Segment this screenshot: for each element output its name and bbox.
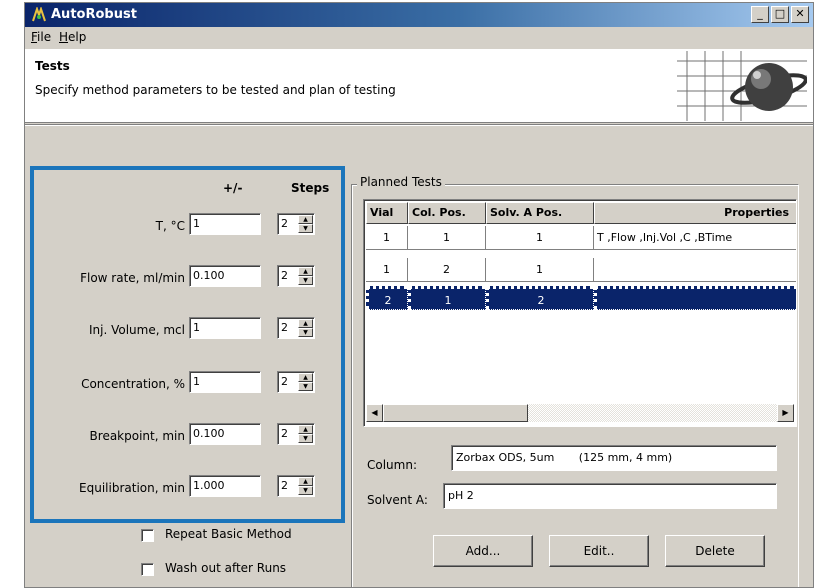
breakpoint-steps-spinner[interactable]: 2 ▲ ▼ bbox=[277, 423, 315, 445]
cell-vial: 1 bbox=[366, 258, 408, 282]
spin-down-icon[interactable]: ▼ bbox=[298, 486, 313, 495]
cell-vial: 1 bbox=[366, 226, 408, 250]
spin-up-icon[interactable]: ▲ bbox=[298, 477, 313, 486]
cell-col-pos: 2 bbox=[408, 258, 486, 282]
spin-down-icon[interactable]: ▼ bbox=[298, 276, 313, 285]
cell-col-pos: 1 bbox=[408, 226, 486, 250]
menu-help[interactable]: Help bbox=[59, 30, 86, 44]
scroll-right-icon[interactable]: ▶ bbox=[777, 404, 794, 422]
add-button[interactable]: Add... bbox=[433, 535, 533, 567]
concentration-input[interactable]: 1 bbox=[189, 371, 261, 393]
column-field[interactable]: Zorbax ODS, 5um (125 mm, 4 mm) bbox=[451, 445, 777, 471]
inj-volume-steps-spinner[interactable]: 2 ▲ ▼ bbox=[277, 317, 315, 339]
close-icon[interactable]: ✕ bbox=[791, 6, 809, 23]
spin-down-icon[interactable]: ▼ bbox=[298, 382, 313, 391]
cell-properties bbox=[594, 286, 796, 310]
equilibration-input[interactable]: 1.000 bbox=[189, 475, 261, 497]
param-label: Equilibration, min bbox=[79, 481, 185, 495]
menu-file[interactable]: File bbox=[31, 30, 51, 44]
concentration-steps-spinner[interactable]: 2 ▲ ▼ bbox=[277, 371, 315, 393]
param-label: Inj. Volume, mcl bbox=[89, 323, 185, 337]
steps-header: Steps bbox=[291, 181, 330, 195]
autorobust-window: AutoRobust _ □ ✕ File Help Tests Specify… bbox=[24, 2, 814, 588]
scroll-left-icon[interactable]: ◀ bbox=[366, 404, 383, 422]
column-header-properties[interactable]: Properties bbox=[594, 202, 796, 224]
solvent-field[interactable]: pH 2 bbox=[443, 483, 777, 509]
param-label: T, °C bbox=[155, 219, 185, 233]
wash-out-label: Wash out after Runs bbox=[165, 561, 287, 575]
edit-button[interactable]: Edit.. bbox=[549, 535, 649, 567]
cell-vial: 2 bbox=[366, 286, 408, 310]
spin-down-icon[interactable]: ▼ bbox=[298, 328, 313, 337]
equilibration-steps-spinner[interactable]: 2 ▲ ▼ bbox=[277, 475, 315, 497]
cell-properties: T ,Flow ,Inj.Vol ,C ,BTime bbox=[594, 226, 796, 250]
plusminus-header: +/- bbox=[223, 181, 243, 195]
app-icon bbox=[32, 7, 46, 22]
column-header-vial[interactable]: Vial bbox=[366, 202, 408, 224]
param-label: Flow rate, ml/min bbox=[80, 271, 185, 285]
temperature-input[interactable]: 1 bbox=[189, 213, 261, 235]
spin-up-icon[interactable]: ▲ bbox=[298, 215, 313, 224]
menu-bar: File Help bbox=[25, 27, 813, 49]
flow-rate-input[interactable]: 0.100 bbox=[189, 265, 261, 287]
cell-col-pos: 1 bbox=[408, 286, 486, 310]
inj-volume-input[interactable]: 1 bbox=[189, 317, 261, 339]
spin-up-icon[interactable]: ▲ bbox=[298, 319, 313, 328]
wizard-header: Tests Specify method parameters to be te… bbox=[25, 49, 813, 123]
title-bar[interactable]: AutoRobust _ □ ✕ bbox=[25, 3, 813, 27]
temperature-steps-spinner[interactable]: 2 ▲ ▼ bbox=[277, 213, 315, 235]
cell-solv-pos: 2 bbox=[486, 286, 594, 310]
column-header-solv-pos[interactable]: Solv. A Pos. bbox=[486, 202, 594, 224]
planned-tests-grid[interactable]: Vial Col. Pos. Solv. A Pos. Properties 1… bbox=[363, 199, 797, 427]
delete-button[interactable]: Delete bbox=[665, 535, 765, 567]
spin-down-icon[interactable]: ▼ bbox=[298, 224, 313, 233]
column-label: Column: bbox=[367, 458, 417, 472]
breakpoint-input[interactable]: 0.100 bbox=[189, 423, 261, 445]
minimize-icon[interactable]: _ bbox=[751, 6, 769, 23]
solvent-label: Solvent A: bbox=[367, 493, 428, 507]
maximize-icon[interactable]: □ bbox=[771, 6, 789, 23]
window-title: AutoRobust bbox=[51, 7, 137, 22]
spin-up-icon[interactable]: ▲ bbox=[298, 267, 313, 276]
spin-down-icon[interactable]: ▼ bbox=[298, 434, 313, 443]
scrollbar-thumb[interactable] bbox=[383, 404, 528, 422]
repeat-basic-method-checkbox[interactable] bbox=[141, 529, 154, 542]
page-subtitle: Specify method parameters to be tested a… bbox=[35, 83, 396, 97]
page-title: Tests bbox=[35, 59, 70, 73]
spin-up-icon[interactable]: ▲ bbox=[298, 425, 313, 434]
globe-grid-icon bbox=[677, 51, 807, 121]
param-label: Breakpoint, min bbox=[89, 429, 185, 443]
planned-tests-label: Planned Tests bbox=[357, 175, 445, 189]
wash-out-checkbox[interactable] bbox=[141, 563, 154, 576]
horizontal-scrollbar[interactable]: ◀ ▶ bbox=[366, 404, 794, 422]
flow-rate-steps-spinner[interactable]: 2 ▲ ▼ bbox=[277, 265, 315, 287]
cell-solv-pos: 1 bbox=[486, 258, 594, 282]
repeat-basic-method-label: Repeat Basic Method bbox=[165, 527, 292, 541]
param-label: Concentration, % bbox=[81, 377, 185, 391]
cell-properties bbox=[594, 258, 796, 282]
cell-solv-pos: 1 bbox=[486, 226, 594, 250]
column-header-col-pos[interactable]: Col. Pos. bbox=[408, 202, 486, 224]
header-divider bbox=[25, 124, 813, 126]
spin-up-icon[interactable]: ▲ bbox=[298, 373, 313, 382]
